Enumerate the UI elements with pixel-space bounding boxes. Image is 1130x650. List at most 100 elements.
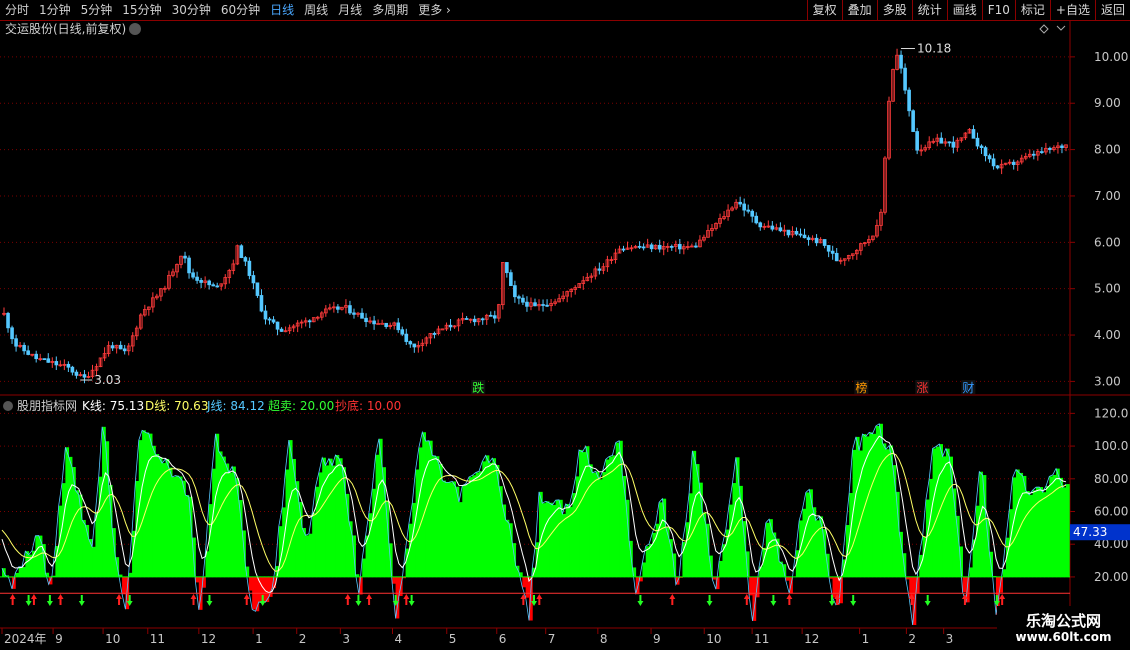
indicator-legend-3: J线: 84.12 [206, 399, 265, 413]
indicator-bar [458, 502, 463, 577]
indicator-bar [1042, 492, 1047, 577]
candle-body [802, 234, 807, 239]
indicator-bar [392, 576, 396, 584]
indicator-bar [492, 458, 497, 577]
buy-arrow-icon [536, 594, 543, 605]
indicator-bar [475, 472, 480, 577]
indicator-bar [642, 562, 647, 577]
indicator-bar [478, 471, 483, 577]
candle-body [408, 341, 413, 345]
indicator-bar [292, 458, 296, 577]
indicator-bar [882, 443, 887, 577]
indicator-tick-label: 100.0 [1094, 439, 1128, 453]
candle-body [440, 328, 445, 331]
indicator-bar [22, 566, 26, 577]
candle-body [336, 306, 340, 310]
stock-chart[interactable]: 10.00 9.00 8.00 7.00 6.00 5.00 4.00 3.00 120.0 10… [0, 0, 1130, 650]
time-tick-label: 8 [600, 632, 608, 646]
candle-body [400, 329, 405, 335]
candle-body [770, 225, 775, 230]
candle-body [951, 141, 956, 148]
candle-body [521, 297, 525, 303]
indicator-bar [128, 572, 133, 577]
indicator-bar [465, 483, 470, 577]
candle-body [754, 215, 759, 224]
candle-body [22, 344, 26, 352]
indicator-bar [875, 426, 880, 577]
candle-body [621, 248, 626, 251]
indicator-bar [555, 500, 560, 577]
candle-body [814, 237, 819, 244]
indicator-bar [562, 513, 567, 577]
candle-body [907, 89, 911, 112]
candle-body [975, 137, 980, 147]
indicator-dropdown-icon [3, 401, 13, 411]
event-marker: 跌 [472, 380, 484, 395]
indicator-bar [68, 456, 73, 577]
indicator-bar [832, 576, 837, 598]
candle-body [657, 244, 662, 250]
title-dropdown-icon [129, 23, 141, 35]
indicator-bar [448, 482, 453, 577]
candle-body [348, 305, 352, 314]
candle-body [517, 296, 521, 299]
buy-arrow-icon [520, 594, 527, 605]
indicator-bar [18, 566, 23, 577]
candle-body [1040, 151, 1044, 153]
indicator-legend-5: 抄底: 10.00 [335, 398, 401, 413]
indicator-bar [452, 481, 457, 577]
indicator-bar [1035, 487, 1040, 577]
time-tick-label: 7 [548, 632, 556, 646]
indicator-bar [485, 455, 490, 577]
indicator-bar [15, 572, 20, 577]
indicator-bar [72, 467, 76, 577]
candle-body [991, 158, 996, 167]
indicator-bar [238, 500, 243, 577]
candle-body [247, 260, 252, 276]
candle-body [513, 285, 517, 298]
candle-body [215, 285, 220, 288]
indicator-bar [605, 459, 610, 577]
buy-arrow-icon [999, 594, 1006, 605]
indicator-bar [75, 490, 80, 577]
indicator-bar [885, 449, 890, 577]
indicator-bar [62, 483, 66, 577]
indicator-bar [88, 539, 93, 577]
indicator-bar [879, 423, 883, 577]
indicator-bar [659, 502, 663, 577]
indicator-bar [572, 493, 577, 577]
indicator-bar [488, 462, 493, 577]
indicator-bar [819, 516, 823, 577]
candle-body [488, 314, 493, 317]
time-tick-label: 6 [499, 632, 507, 646]
time-tick-label: 11 [150, 632, 165, 646]
candle-body [243, 257, 248, 262]
indicator-bar [312, 512, 316, 577]
buy-arrow-icon [57, 594, 64, 605]
candle-body [826, 245, 831, 252]
watermark-title: 乐淘公式网 [1025, 612, 1101, 630]
indicator-bar [909, 576, 913, 598]
buy-arrow-icon [243, 594, 250, 605]
indicator-bar [542, 503, 547, 577]
candle-body [271, 319, 276, 323]
indicator-bar [932, 448, 937, 577]
candle-body [541, 304, 545, 306]
high-price-label: 10.18 [917, 42, 951, 56]
indicator-bar [589, 464, 593, 577]
indicator-bar [942, 456, 947, 577]
indicator-bar [552, 504, 557, 577]
candle-body [669, 245, 674, 248]
indicator-bar [972, 539, 977, 577]
indicator-legend-0: 股朋指标网 [17, 398, 77, 413]
indicator-bar [812, 507, 817, 577]
indicator-bar [82, 519, 86, 577]
indicator-bar [609, 456, 613, 577]
indicator-series [0, 423, 1070, 626]
candle-body [971, 129, 976, 139]
indicator-bar [719, 560, 723, 577]
sell-arrow-icon [637, 595, 644, 606]
candlestick-series [2, 48, 1068, 384]
candle-body [505, 262, 509, 274]
sell-arrow-icon [706, 595, 713, 606]
